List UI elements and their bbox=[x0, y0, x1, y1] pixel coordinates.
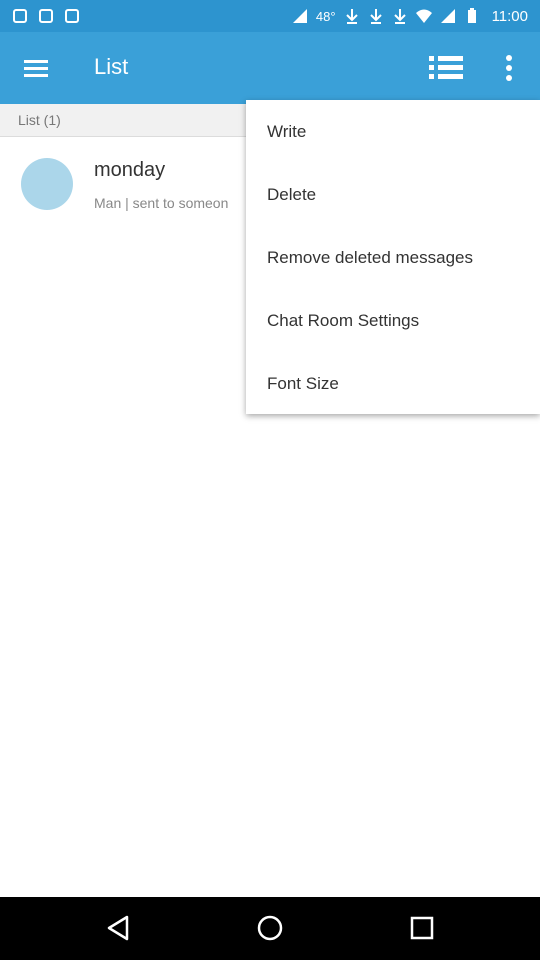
home-button[interactable] bbox=[248, 908, 292, 948]
battery-icon bbox=[467, 8, 476, 23]
list-view-icon bbox=[429, 56, 463, 79]
overflow-menu-icon bbox=[506, 55, 512, 81]
notification-icons bbox=[12, 6, 80, 26]
app-notification-icon bbox=[65, 9, 79, 23]
menu-item-font-size[interactable]: Font Size bbox=[246, 352, 540, 415]
download-icon bbox=[369, 9, 382, 24]
back-button[interactable] bbox=[96, 908, 140, 948]
navigation-bar bbox=[0, 897, 540, 960]
menu-item-remove-deleted-messages[interactable]: Remove deleted messages bbox=[246, 226, 540, 289]
battery-percent: 48° bbox=[315, 8, 336, 24]
recents-button[interactable] bbox=[400, 908, 444, 948]
hamburger-icon bbox=[24, 60, 48, 77]
overflow-popup-menu: Write Delete Remove deleted messages Cha… bbox=[246, 100, 540, 414]
recents-icon bbox=[410, 916, 434, 940]
download-icon bbox=[345, 9, 358, 24]
list-item-subtitle: Man | sent to someon bbox=[94, 195, 229, 211]
hamburger-menu-button[interactable] bbox=[16, 48, 56, 88]
wifi-icon bbox=[415, 9, 432, 23]
cell-signal-icon bbox=[440, 9, 455, 23]
menu-item-delete[interactable]: Delete bbox=[246, 163, 540, 226]
app-notification-icon bbox=[13, 9, 27, 23]
back-icon bbox=[107, 915, 129, 941]
avatar bbox=[21, 158, 73, 210]
system-icons: 48° 11:00 bbox=[292, 6, 528, 26]
screen: 48° 11:00 List List (1) monday Man | sen… bbox=[0, 0, 540, 960]
list-view-button[interactable] bbox=[424, 48, 468, 88]
list-count-label: List (1) bbox=[18, 112, 61, 128]
home-icon bbox=[257, 915, 283, 941]
signal-icon bbox=[292, 9, 307, 23]
page-title: List bbox=[94, 54, 129, 79]
menu-item-chat-room-settings[interactable]: Chat Room Settings bbox=[246, 289, 540, 352]
status-bar: 48° 11:00 bbox=[0, 0, 540, 32]
app-bar: List bbox=[0, 32, 540, 104]
list-item-title: monday bbox=[94, 159, 166, 181]
app-notification-icon bbox=[39, 9, 53, 23]
overflow-menu-button[interactable] bbox=[492, 48, 526, 88]
clock: 11:00 bbox=[491, 7, 528, 25]
download-icon bbox=[393, 9, 406, 24]
menu-item-write[interactable]: Write bbox=[246, 100, 540, 163]
